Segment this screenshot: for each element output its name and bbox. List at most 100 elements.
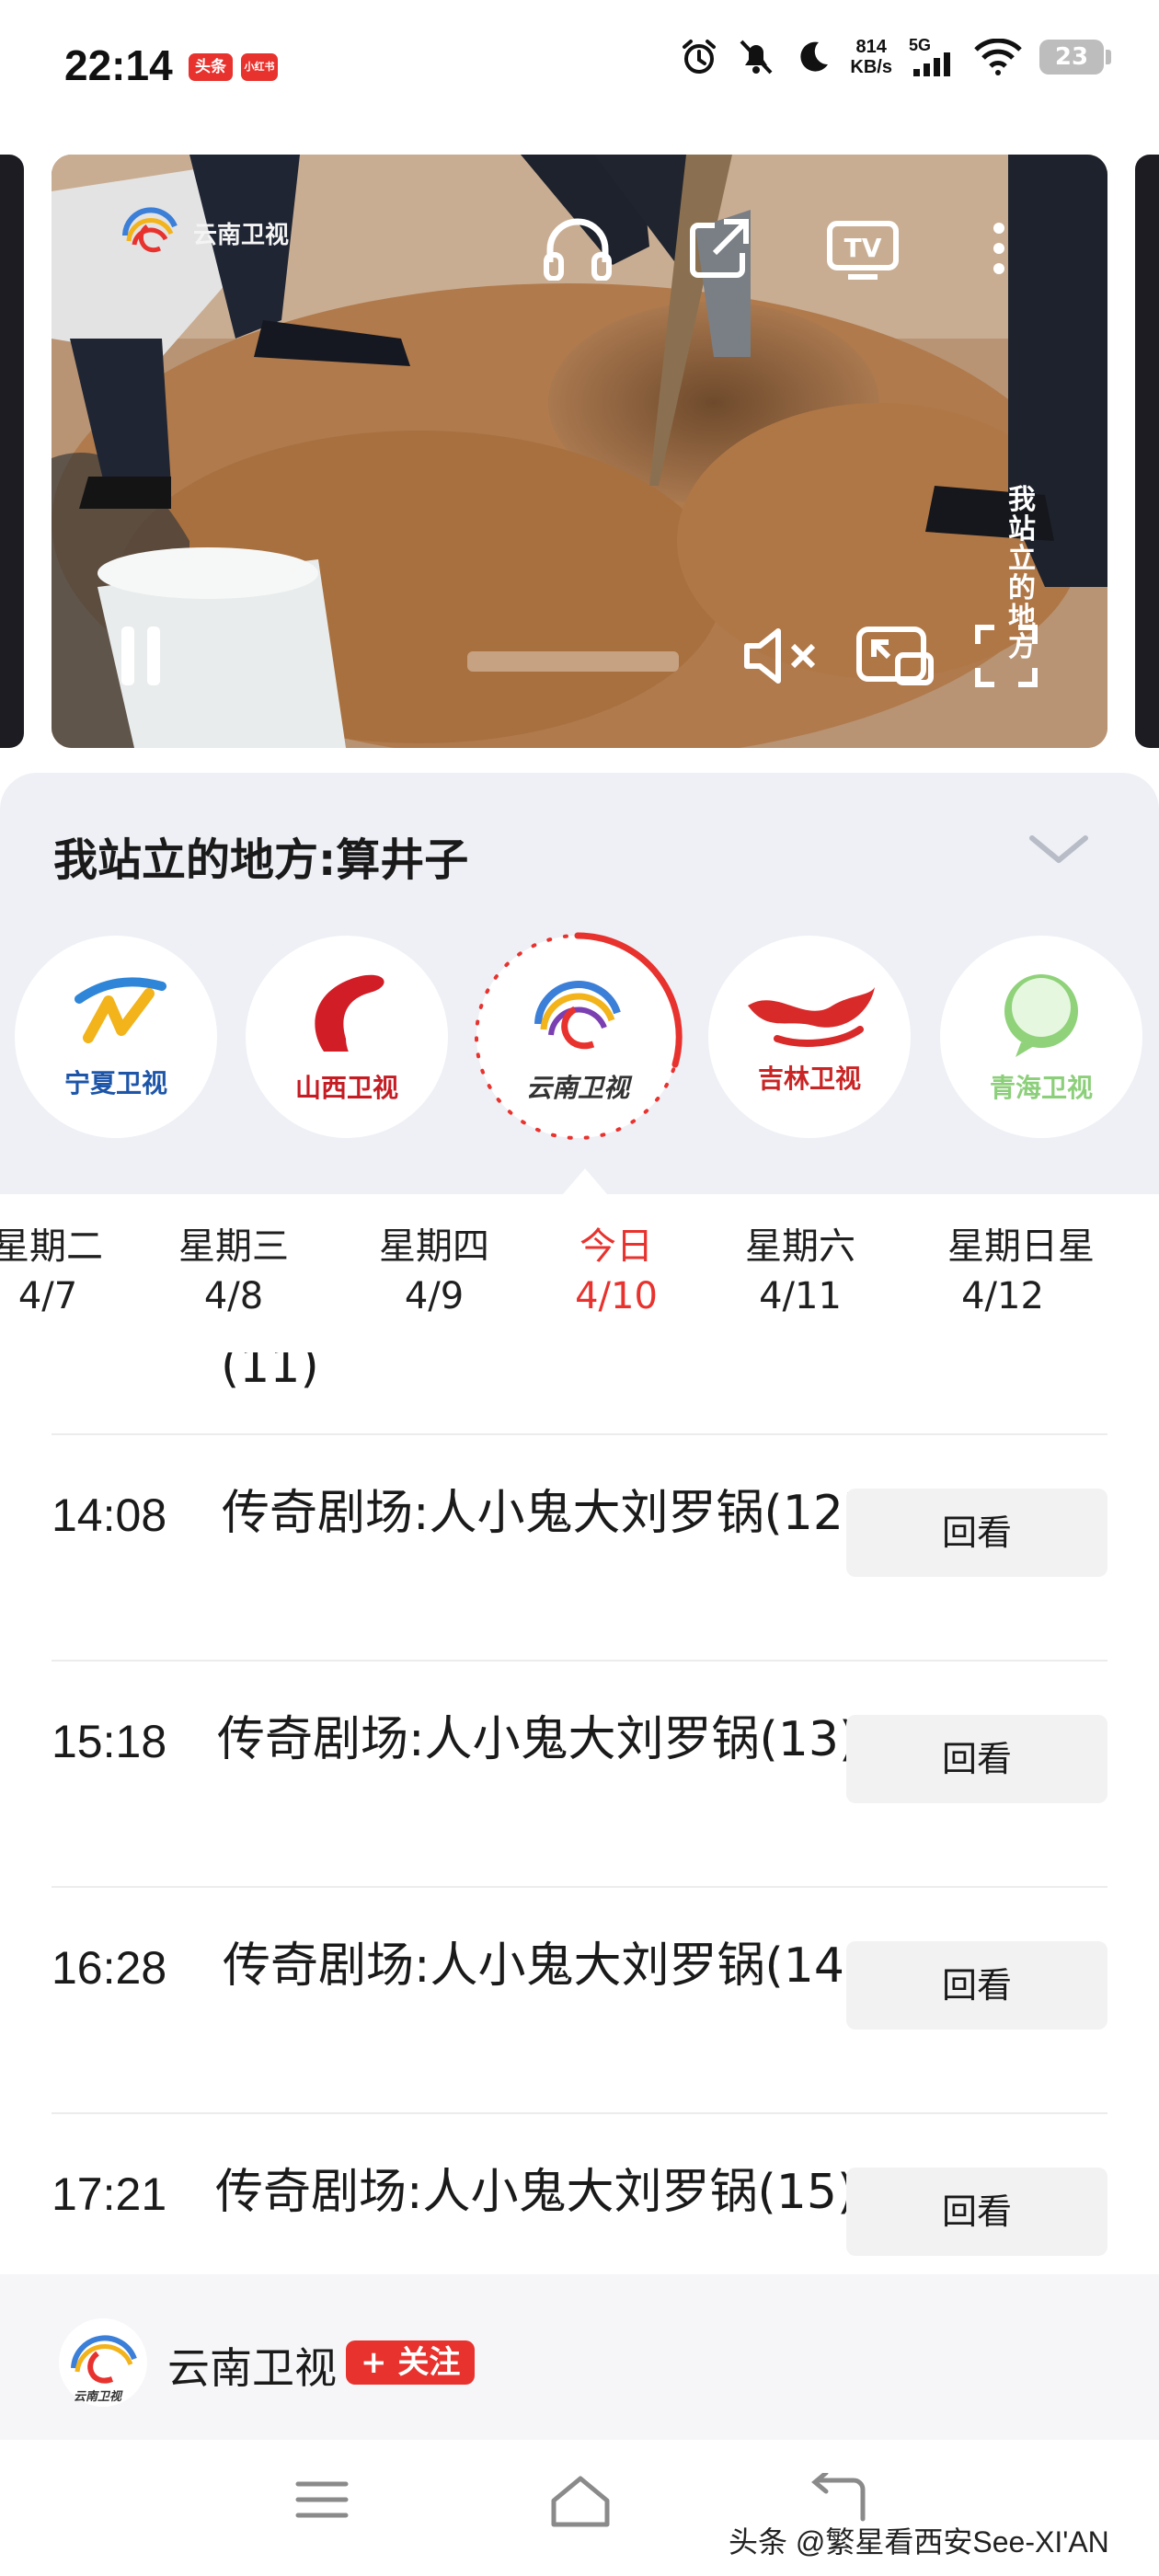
channel-name: 吉林卫视 (757, 1064, 861, 1094)
net-speed-value: 814 (855, 37, 887, 57)
tv-cast-button[interactable]: TV (824, 212, 901, 285)
schedule-row[interactable]: 14:08 传奇剧场:人小鬼大刘罗锅(12) 回看 (52, 1433, 1107, 1661)
schedule-row-partial-title: (11) (221, 1352, 319, 1394)
wifi-icon (973, 37, 1023, 77)
qinghai-logo-icon (1004, 974, 1078, 1057)
channel-name: 山西卫视 (294, 1073, 398, 1103)
volume-muted-icon (744, 628, 816, 684)
fullscreen-icon (975, 625, 1038, 687)
status-bar: 22:14 头条 小红书 814 KB/s 5G 23 (0, 0, 1159, 138)
schedule-row[interactable]: 16:28 传奇剧场:人小鬼大刘罗锅(14) 回看 (52, 1886, 1107, 2113)
net-speed: 814 KB/s (850, 37, 892, 77)
watermark-channel-label: 云南卫视 (193, 221, 290, 249)
footer-channel-logo[interactable]: 云南卫视 (57, 2317, 149, 2409)
toutiao-notification-badge: 头条 (189, 53, 233, 81)
menu-button[interactable] (294, 2477, 350, 2532)
day-tab[interactable]: 星期四 4/9 (351, 1222, 517, 1321)
replay-button[interactable]: 回看 (846, 1715, 1107, 1803)
day-weekday: 星期三 (178, 1225, 289, 1268)
collapse-button[interactable] (1028, 833, 1089, 869)
svg-text:TV: TV (844, 233, 882, 263)
schedule-list[interactable]: (11) 14:08 传奇剧场:人小鬼大刘罗锅(12) 回看 15:18 传奇剧… (0, 1352, 1159, 2272)
home-button[interactable] (548, 2473, 613, 2534)
day-date: 4/7 (17, 1275, 78, 1317)
net-speed-unit: KB/s (850, 57, 892, 77)
status-time: 22:14 (64, 41, 173, 89)
chevron-down-icon (1029, 835, 1088, 863)
moon-icon (793, 37, 833, 77)
picture-in-picture-button[interactable] (854, 619, 936, 693)
previous-card-edge[interactable] (0, 155, 24, 748)
channel-carousel: 宁夏卫视 山西卫视 云南卫视 吉林卫视 青海卫视 (0, 932, 1159, 1141)
day-date: 4/12 (961, 1275, 1044, 1317)
selected-ring (475, 932, 683, 1140)
replay-button[interactable]: 回看 (846, 1489, 1107, 1577)
day-tab[interactable]: 星期二 4/7 (0, 1222, 131, 1321)
day-weekday: 今日 (580, 1225, 653, 1268)
program-title: 我站立的地方:算井子 (53, 834, 469, 886)
schedule-time: 17:21 (52, 2168, 167, 2220)
day-weekday: 星期二 (0, 1225, 103, 1268)
share-icon (690, 219, 749, 278)
more-options-button[interactable] (981, 212, 1017, 285)
channel-shanxi[interactable]: 山西卫视 (246, 936, 448, 1138)
pip-icon (856, 627, 934, 685)
schedule-title: 传奇剧场:人小鬼大刘罗锅(15) (215, 2165, 856, 2220)
replay-button[interactable]: 回看 (846, 2168, 1107, 2256)
day-weekday: 星期六 (745, 1225, 855, 1268)
selected-channel-pointer (563, 1168, 607, 1194)
signal-icon: 5G (909, 37, 957, 77)
channel-name: 宁夏卫视 (63, 1068, 167, 1098)
day-weekday: 星 (1058, 1225, 1095, 1268)
channel-name: 青海卫视 (989, 1073, 1093, 1103)
share-button[interactable] (683, 212, 756, 285)
day-date: 4/11 (759, 1275, 842, 1317)
jilin-logo-icon (748, 987, 875, 1047)
day-date: 4/8 (203, 1275, 264, 1317)
channel-qinghai[interactable]: 青海卫视 (940, 936, 1142, 1138)
xiaohongshu-notification-badge: 小红书 (241, 53, 278, 81)
schedule-time: 14:08 (52, 1489, 167, 1541)
channel-ningxia[interactable]: 宁夏卫视 (15, 936, 217, 1138)
footer-logo-caption: 云南卫视 (74, 2390, 122, 2404)
schedule-row[interactable]: 17:21 传奇剧场:人小鬼大刘罗锅(15) 回看 (52, 2112, 1107, 2272)
footer-channel-name: 云南卫视 (167, 2343, 337, 2393)
schedule-time: 15:18 (52, 1716, 167, 1767)
home-icon (551, 2476, 610, 2527)
tv-cast-icon: TV (827, 221, 899, 280)
mute-bell-icon (736, 37, 776, 77)
battery-indicator: 23 (1039, 40, 1111, 75)
channel-jilin[interactable]: 吉林卫视 (708, 936, 911, 1138)
day-tab[interactable]: 星期三 4/8 (151, 1222, 316, 1321)
schedule-row[interactable]: 15:18 传奇剧场:人小鬼大刘罗锅(13) 回看 (52, 1660, 1107, 1887)
ningxia-logo-icon (75, 977, 166, 1043)
video-progress-placeholder (467, 651, 679, 672)
day-date: 4/9 (404, 1275, 465, 1317)
replay-button[interactable]: 回看 (846, 1941, 1107, 2030)
schedule-time: 16:28 (52, 1942, 167, 1994)
author-watermark: 头条 @繁星看西安See-XI'AN (729, 2525, 1109, 2559)
video-player[interactable]: 云南卫视 我站立的地方 TV (52, 155, 1107, 748)
yunnan-logo-icon (122, 207, 178, 253)
day-tab[interactable]: 星期六 4/11 (717, 1222, 883, 1321)
alarm-icon (679, 37, 719, 77)
day-weekday: 星期四 (379, 1225, 489, 1268)
more-vertical-icon (993, 223, 1004, 274)
pause-icon (121, 627, 160, 685)
day-selector: 星期二 4/7 星期三 4/8 星期四 4/9 今日 4/10 星期六 4/11 星期日 4… (0, 1194, 1159, 1351)
follow-button[interactable]: + 关注 (346, 2340, 476, 2385)
shanxi-logo-icon (315, 974, 384, 1053)
channel-yunnan-selected[interactable]: 云南卫视 (475, 932, 683, 1140)
day-tab-today[interactable]: 今日 4/10 (534, 1222, 699, 1321)
schedule-title: 传奇剧场:人小鬼大刘罗锅(13) (217, 1712, 858, 1767)
channel-watermark: 云南卫视 (116, 199, 289, 267)
day-tab[interactable]: 星 (1058, 1222, 1159, 1271)
fullscreen-button[interactable] (970, 619, 1043, 693)
pause-button[interactable] (109, 619, 173, 693)
next-card-edge[interactable] (1135, 155, 1159, 748)
mute-button[interactable] (740, 619, 822, 693)
schedule-title: 传奇剧场:人小鬼大刘罗锅(14) (223, 1938, 864, 1994)
audio-mode-button[interactable] (541, 212, 614, 285)
schedule-title: 传奇剧场:人小鬼大刘罗锅(12) (222, 1486, 863, 1541)
status-icons: 814 KB/s 5G 23 (679, 37, 1111, 77)
